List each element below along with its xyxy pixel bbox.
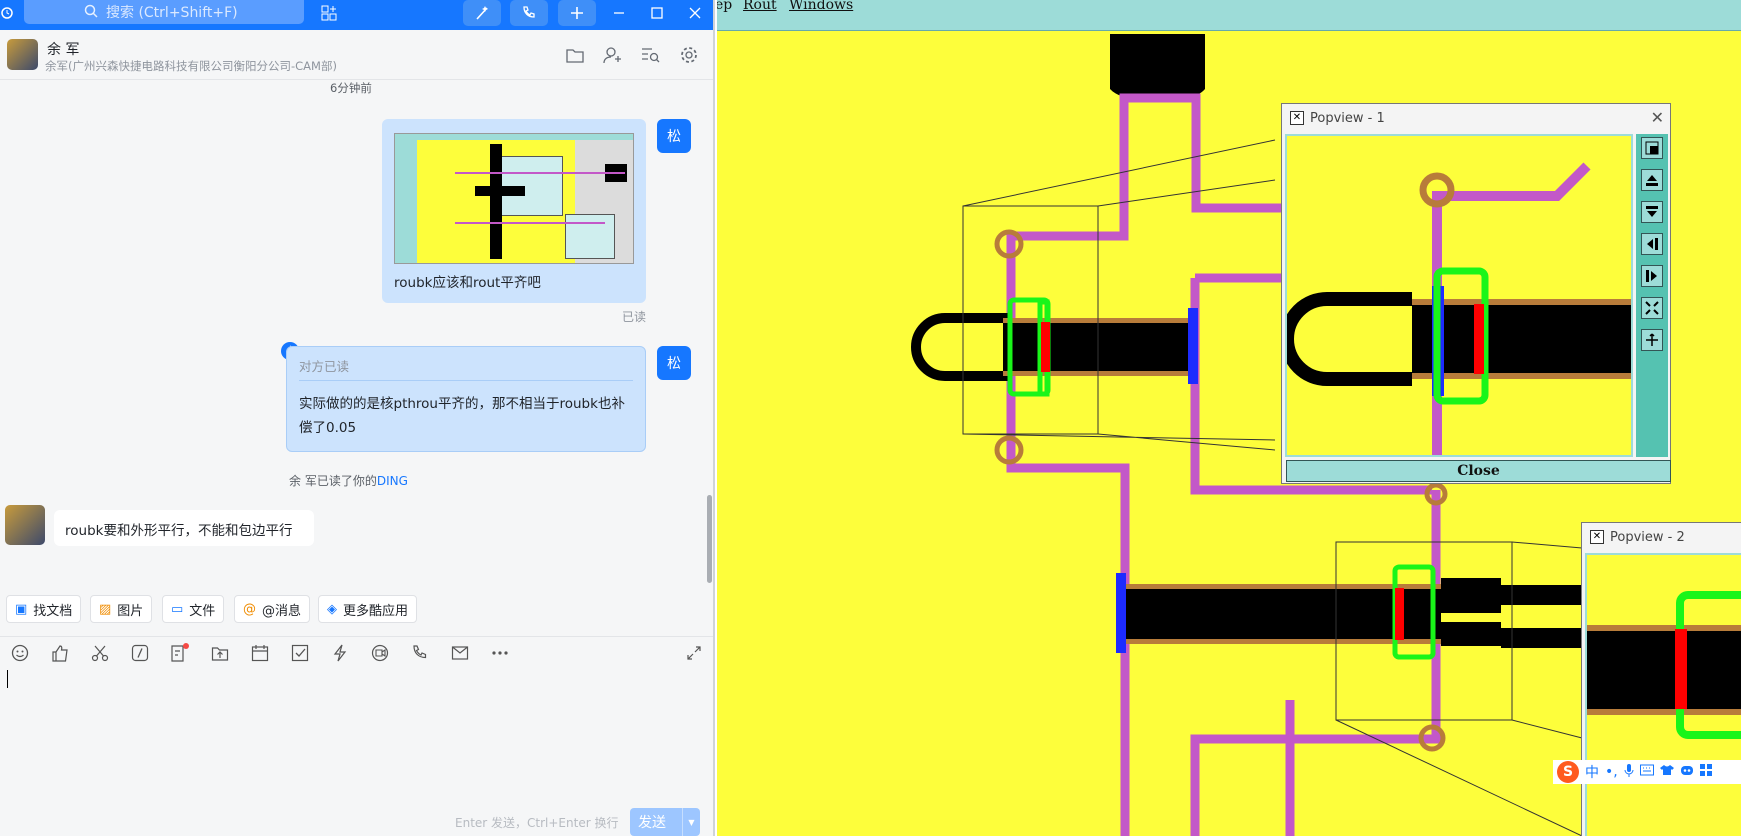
received-message[interactable]: roubk要和外形平行，不能和包边平行 bbox=[54, 510, 314, 546]
ding-message[interactable]: 对方已读 实际做的的是核pthrou平齐的，那不相当于roubk也补偿了0.05 bbox=[286, 346, 646, 452]
scissors-icon[interactable] bbox=[90, 643, 110, 663]
search-icon bbox=[84, 4, 98, 18]
ding-text: 实际做的的是核pthrou平齐的，那不相当于roubk也补偿了0.05 bbox=[299, 396, 625, 436]
popview-app-icon: ✕ bbox=[1290, 111, 1304, 125]
more-apps-button[interactable]: ◈ 更多酷应用 bbox=[318, 595, 418, 623]
send-options-chevron-icon[interactable]: ▼ bbox=[682, 808, 700, 836]
cam-canvas[interactable]: ep Rout Windows Popview - 1 ✕ ✕ Close Po… bbox=[717, 0, 1741, 836]
ime-toolbar: S 中 •, bbox=[1553, 760, 1741, 784]
add-member-icon[interactable] bbox=[602, 44, 624, 66]
popview-1-viewport[interactable] bbox=[1285, 134, 1633, 457]
sogou-logo-icon[interactable]: S bbox=[1557, 761, 1579, 783]
search-placeholder: 搜索 (Ctrl+Shift+F) bbox=[106, 5, 238, 21]
search-input[interactable]: 搜索 (Ctrl+Shift+F) bbox=[24, 0, 304, 24]
message-input[interactable]: Enter 发送，Ctrl+Enter 换行 bbox=[0, 666, 713, 836]
mention-button[interactable]: @ @消息 bbox=[234, 595, 311, 623]
emoji-icon[interactable] bbox=[10, 643, 30, 663]
zoom-window-icon[interactable] bbox=[1641, 137, 1663, 159]
contact-avatar[interactable] bbox=[7, 39, 38, 70]
time-label: 6分钟前 bbox=[330, 81, 372, 95]
search-history-icon[interactable] bbox=[640, 44, 662, 66]
popview-1-controls bbox=[1636, 134, 1668, 457]
self-avatar[interactable]: 松 bbox=[657, 119, 691, 153]
pan-down-icon[interactable] bbox=[1641, 201, 1663, 223]
quick-actions: ▣ 找文档 ▨ 图片 ▭ 文件 @ @消息 ◈ 更多酷应用 bbox=[0, 590, 713, 630]
popview-2-app-icon: ✕ bbox=[1590, 530, 1604, 544]
history-icon[interactable] bbox=[0, 0, 14, 26]
compose-toolbar bbox=[0, 636, 713, 666]
chat-header: 余 军 余军(广州兴森快捷电路科技有限公司衡阳分公司-CAM部) bbox=[0, 30, 713, 80]
image-icon: ▨ bbox=[99, 601, 112, 617]
scrollbar[interactable] bbox=[707, 495, 712, 583]
pan-left-icon[interactable] bbox=[1641, 233, 1663, 255]
assistant-icon[interactable] bbox=[1680, 764, 1694, 780]
calendar-icon[interactable] bbox=[250, 643, 270, 663]
settings-gear-icon[interactable] bbox=[678, 44, 700, 66]
chat-window: 搜索 (Ctrl+Shift+F) 余 军 余军(广州兴森快捷电路科技有限公司衡… bbox=[0, 0, 715, 836]
minimize-icon[interactable] bbox=[606, 0, 632, 26]
close-icon[interactable] bbox=[682, 0, 708, 26]
popview-1-title: Popview - 1 bbox=[1282, 104, 1670, 132]
zoom-out-icon[interactable] bbox=[1641, 297, 1663, 319]
doc-search-icon: ▣ bbox=[15, 601, 28, 617]
folder-icon: ▭ bbox=[171, 601, 184, 617]
self-avatar-2[interactable]: 松 bbox=[657, 346, 691, 380]
more-icon[interactable] bbox=[490, 643, 510, 663]
add-icon[interactable] bbox=[558, 0, 596, 26]
task-check-icon[interactable] bbox=[290, 643, 310, 663]
thumbs-up-icon[interactable] bbox=[50, 643, 70, 663]
contact-org: 余军(广州兴森快捷电路科技有限公司衡阳分公司-CAM部) bbox=[45, 59, 337, 73]
ding-lightning-icon[interactable] bbox=[330, 643, 350, 663]
ding-read-notice: 余 军已读了你的DING bbox=[289, 474, 408, 488]
popview-close-button[interactable]: Close bbox=[1286, 460, 1671, 482]
screen: 搜索 (Ctrl+Shift+F) 余 军 余军(广州兴森快捷电路科技有限公司衡… bbox=[0, 0, 1741, 836]
video-call-icon[interactable] bbox=[370, 643, 390, 663]
image-message[interactable]: roubk应该和rout平齐吧 bbox=[382, 119, 646, 303]
popview-2-title: Popview - 2 bbox=[1582, 523, 1741, 551]
pan-right-icon[interactable] bbox=[1641, 265, 1663, 287]
text-cursor bbox=[7, 670, 8, 688]
popview-2-viewport[interactable] bbox=[1585, 553, 1741, 836]
voice-call-icon[interactable] bbox=[410, 643, 430, 663]
file-button[interactable]: ▭ 文件 bbox=[162, 595, 225, 623]
microphone-icon[interactable] bbox=[1624, 763, 1634, 781]
find-doc-button[interactable]: ▣ 找文档 bbox=[6, 595, 82, 623]
upload-icon[interactable] bbox=[210, 643, 230, 663]
popview-window-1[interactable]: Popview - 1 ✕ ✕ Close bbox=[1281, 103, 1671, 484]
at-icon: @ bbox=[243, 601, 256, 617]
title-bar: 搜索 (Ctrl+Shift+F) bbox=[0, 0, 713, 30]
ime-language-toggle[interactable]: 中 bbox=[1585, 762, 1599, 782]
read-status: 已读 bbox=[622, 310, 647, 324]
ding-link[interactable]: DING bbox=[377, 474, 408, 488]
phone-icon[interactable] bbox=[510, 0, 548, 26]
toolbox-grid-icon[interactable] bbox=[1699, 764, 1712, 780]
send-hint: Enter 发送，Ctrl+Enter 换行 bbox=[455, 816, 619, 830]
image-caption: roubk应该和rout平齐吧 bbox=[394, 275, 541, 291]
expand-icon[interactable] bbox=[684, 643, 704, 663]
maximize-icon[interactable] bbox=[644, 0, 670, 26]
pan-up-icon[interactable] bbox=[1641, 169, 1663, 191]
skin-shirt-icon[interactable] bbox=[1659, 764, 1674, 780]
folder-icon[interactable] bbox=[564, 44, 586, 66]
screenshot-thumbnail[interactable] bbox=[394, 133, 634, 264]
message-list: 6分钟前 松 roubk应该和rout平齐吧 已读 松 对方已读 实际做的的是核… bbox=[0, 80, 713, 585]
zoom-in-icon[interactable] bbox=[1641, 329, 1663, 351]
send-button[interactable]: 发送 ▼ bbox=[630, 808, 700, 836]
popview-1-close-icon[interactable]: ✕ bbox=[1651, 108, 1664, 127]
apps-icon[interactable] bbox=[318, 0, 340, 26]
magic-wand-icon[interactable] bbox=[463, 0, 501, 26]
contact-avatar-msg[interactable] bbox=[5, 505, 45, 545]
image-button[interactable]: ▨ 图片 bbox=[90, 595, 153, 623]
slash-command-icon[interactable] bbox=[130, 643, 150, 663]
punctuation-icon[interactable]: •, bbox=[1605, 764, 1618, 780]
apps-cube-icon: ◈ bbox=[327, 601, 337, 617]
keyboard-icon[interactable] bbox=[1639, 764, 1654, 780]
received-text: roubk要和外形平行，不能和包边平行 bbox=[65, 523, 293, 539]
new-doc-icon[interactable] bbox=[170, 643, 190, 663]
ding-read-header: 对方已读 bbox=[299, 359, 350, 374]
contact-name[interactable]: 余 军 bbox=[47, 39, 79, 59]
popview-window-2[interactable]: Popview - 2 ✕ bbox=[1581, 522, 1741, 836]
mail-icon[interactable] bbox=[450, 643, 470, 663]
